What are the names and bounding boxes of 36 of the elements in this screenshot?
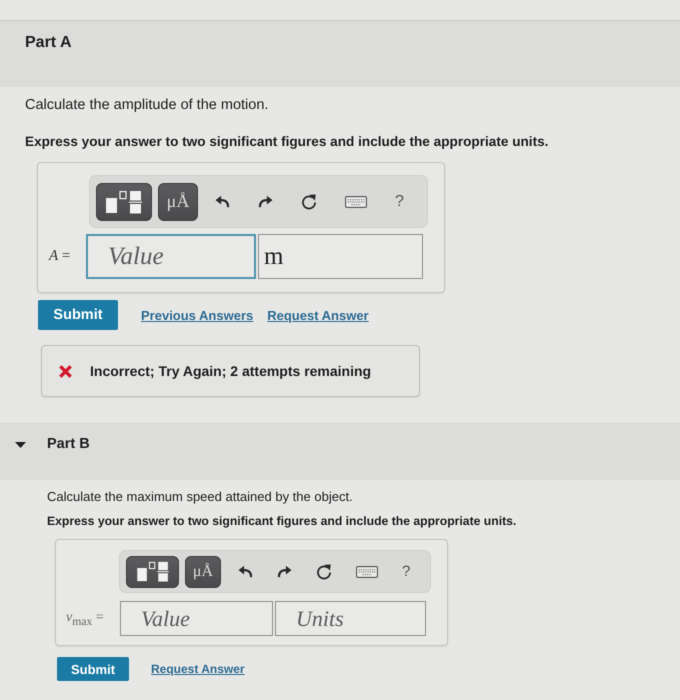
instruction-text: Express your answer to two significant figures and include the appropriate units. xyxy=(25,133,550,150)
caret-icon[interactable] xyxy=(15,442,26,448)
undo-icon[interactable] xyxy=(215,195,230,208)
value-field[interactable]: Value xyxy=(120,601,273,636)
question-text: Calculate the maximum speed attained by the object. xyxy=(47,489,354,504)
template-icon xyxy=(105,190,143,214)
answer-label: v$_{max}$ = xyxy=(66,610,105,628)
submit-button[interactable]: Submit xyxy=(38,300,118,330)
part-title: Part A xyxy=(25,34,72,52)
x-mark-icon xyxy=(58,364,73,378)
help-button[interactable]: ? xyxy=(395,192,404,210)
keyboard-icon[interactable] xyxy=(345,196,367,208)
help-button[interactable]: ? xyxy=(402,562,410,580)
answer-link[interactable]: Previous Answers xyxy=(141,308,254,322)
templates-button[interactable] xyxy=(96,182,152,220)
answer-link[interactable]: Request Answer xyxy=(267,308,369,322)
redo-icon[interactable] xyxy=(258,195,273,208)
redo-icon[interactable] xyxy=(277,565,292,578)
units-field[interactable]: m xyxy=(258,234,423,279)
undo-icon[interactable] xyxy=(238,565,253,578)
submit-button[interactable]: Submit xyxy=(57,657,129,681)
instruction-text: Express your answer to two significant figures and include the appropriate units. xyxy=(47,514,518,529)
keyboard-icon[interactable] xyxy=(356,566,378,578)
question-text: Calculate the amplitude of the motion. xyxy=(25,97,270,114)
answer-link[interactable]: Request Answer xyxy=(151,662,245,676)
part-title: Part B xyxy=(47,436,90,453)
templates-button[interactable] xyxy=(126,556,179,588)
reset-icon[interactable] xyxy=(301,194,317,210)
units-button[interactable]: μÅ xyxy=(158,182,198,220)
feedback-text: Incorrect; Try Again; 2 attempts remaining xyxy=(90,363,372,379)
answer-label: A = xyxy=(48,248,72,265)
reset-icon[interactable] xyxy=(316,564,332,580)
units-button[interactable]: μÅ xyxy=(185,556,221,588)
units-field[interactable]: Units xyxy=(275,601,426,636)
value-field[interactable]: Value xyxy=(86,234,256,279)
template-icon xyxy=(136,561,170,582)
